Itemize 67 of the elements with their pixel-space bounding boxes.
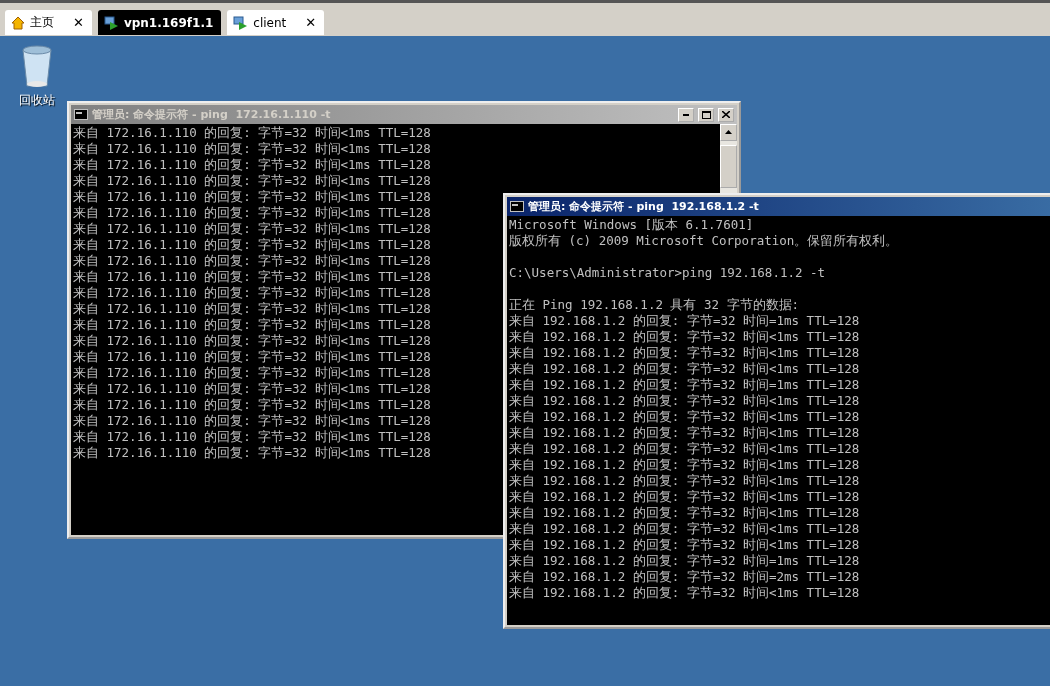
desktop-icon-label[interactable]: 回收站 bbox=[19, 92, 55, 109]
scrollbar[interactable] bbox=[720, 124, 737, 188]
console-line: 来自 192.168.1.2 的回复: 字节=32 时间<1ms TTL=128 bbox=[509, 521, 860, 537]
console-line: 来自 172.16.1.110 的回复: 字节=32 时间<1ms TTL=128 bbox=[73, 429, 431, 445]
console-command: C:\Users\Administrator>ping 192.168.1.2 -t bbox=[509, 265, 826, 281]
console-line: 来自 172.16.1.110 的回复: 字节=32 时间<1ms TTL=128 bbox=[73, 317, 431, 333]
up-arrow-icon bbox=[725, 130, 732, 135]
console-line: 来自 192.168.1.2 的回复: 字节=32 时间<1ms TTL=128 bbox=[509, 329, 860, 345]
console-line: 来自 192.168.1.2 的回复: 字节=32 时间<1ms TTL=128 bbox=[509, 409, 860, 425]
maximize-icon bbox=[701, 110, 711, 119]
console-line: 来自 172.16.1.110 的回复: 字节=32 时间<1ms TTL=128 bbox=[73, 157, 431, 173]
console-line: 来自 192.168.1.2 的回复: 字节=32 时间<1ms TTL=128 bbox=[509, 489, 860, 505]
console-line: Microsoft Windows [版本 6.1.7601] bbox=[509, 217, 754, 233]
console-line: 来自 172.16.1.110 的回复: 字节=32 时间<1ms TTL=128 bbox=[73, 173, 431, 189]
minimize-icon bbox=[683, 113, 689, 116]
console-line: 版权所有 (c) 2009 Microsoft Corporation。保留所有权利。 bbox=[509, 233, 899, 249]
console-line: 来自 172.16.1.110 的回复: 字节=32 时间<1ms TTL=128 bbox=[73, 141, 431, 157]
close-button[interactable] bbox=[718, 107, 734, 122]
console-line: 来自 192.168.1.2 的回复: 字节=32 时间<1ms TTL=128 bbox=[509, 441, 860, 457]
console-line: 来自 192.168.1.2 的回复: 字节=32 时间<1ms TTL=128 bbox=[509, 393, 860, 409]
console-line: 来自 172.16.1.110 的回复: 字节=32 时间<1ms TTL=128 bbox=[73, 301, 431, 317]
console-line: 来自 172.16.1.110 的回复: 字节=32 时间<1ms TTL=128 bbox=[73, 237, 431, 253]
console-line: 来自 172.16.1.110 的回复: 字节=32 时间<1ms TTL=128 bbox=[73, 125, 431, 141]
console-line: 来自 192.168.1.2 的回复: 字节=32 时间<1ms TTL=128 bbox=[509, 537, 860, 553]
console-line: 来自 172.16.1.110 的回复: 字节=32 时间<1ms TTL=128 bbox=[73, 365, 431, 381]
console-line: 来自 172.16.1.110 的回复: 字节=32 时间<1ms TTL=128 bbox=[73, 205, 431, 221]
console-line: 来自 172.16.1.110 的回复: 字节=32 时间<1ms TTL=128 bbox=[73, 333, 431, 349]
console-line: 来自 192.168.1.2 的回复: 字节=32 时间<1ms TTL=128 bbox=[509, 585, 860, 601]
console-line: 来自 172.16.1.110 的回复: 字节=32 时间<1ms TTL=128 bbox=[73, 285, 431, 301]
tab[interactable]: vpn1.169f1.1 bbox=[97, 10, 222, 35]
console-line: 来自 192.168.1.2 的回复: 字节=32 时间<1ms TTL=128 bbox=[509, 505, 860, 521]
scroll-thumb[interactable] bbox=[720, 144, 737, 188]
close-icon bbox=[722, 111, 730, 118]
console-line: 来自 192.168.1.2 的回复: 字节=32 时间=1ms TTL=128 bbox=[509, 377, 860, 393]
window-title: 管理员: 命令提示符 - ping 192.168.1.2 -t bbox=[528, 199, 760, 214]
console-line: 来自 192.168.1.2 的回复: 字节=32 时间<1ms TTL=128 bbox=[509, 473, 860, 489]
console-line: 正在 Ping 192.168.1.2 具有 32 字节的数据: bbox=[509, 297, 800, 313]
tab[interactable]: 主页 ✕ bbox=[5, 10, 92, 35]
close-tab-button[interactable]: ✕ bbox=[73, 15, 84, 30]
recycle-bin-icon[interactable] bbox=[20, 44, 54, 88]
maximize-button[interactable] bbox=[698, 107, 714, 122]
console-line: 来自 192.168.1.2 的回复: 字节=32 时间=2ms TTL=128 bbox=[509, 569, 860, 585]
close-tab-button[interactable]: ✕ bbox=[305, 15, 317, 30]
console-line: 来自 172.16.1.110 的回复: 字节=32 时间<1ms TTL=128 bbox=[73, 381, 431, 397]
remote-desktop-icon bbox=[103, 15, 119, 30]
console-line: 来自 192.168.1.2 的回复: 字节=32 时间=1ms TTL=128 bbox=[509, 553, 860, 569]
console-line: 来自 172.16.1.110 的回复: 字节=32 时间<1ms TTL=128 bbox=[73, 349, 431, 365]
console-icon bbox=[510, 201, 524, 212]
console-line: 来自 192.168.1.2 的回复: 字节=32 时间<1ms TTL=128 bbox=[509, 345, 860, 361]
console-line: 来自 172.16.1.110 的回复: 字节=32 时间<1ms TTL=128 bbox=[73, 269, 431, 285]
console-line: 来自 172.16.1.110 的回复: 字节=32 时间<1ms TTL=128 bbox=[73, 221, 431, 237]
console-line: 来自 192.168.1.2 的回复: 字节=32 时间<1ms TTL=128 bbox=[509, 425, 860, 441]
scroll-up-button[interactable] bbox=[720, 124, 737, 141]
remote-desktop-icon bbox=[233, 15, 249, 30]
window-title: 管理员: 命令提示符 - ping 172.16.1.110 -t bbox=[92, 107, 332, 122]
tab[interactable]: client ✕ bbox=[227, 10, 325, 35]
console-line: 来自 172.16.1.110 的回复: 字节=32 时间<1ms TTL=128 bbox=[73, 397, 431, 413]
console-line: 来自 172.16.1.110 的回复: 字节=32 时间<1ms TTL=128 bbox=[73, 253, 431, 269]
console-line: 来自 172.16.1.110 的回复: 字节=32 时间<1ms TTL=128 bbox=[73, 445, 431, 461]
console-line: 来自 192.168.1.2 的回复: 字节=32 时间<1ms TTL=128 bbox=[509, 457, 860, 473]
console-line: 来自 192.168.1.2 的回复: 字节=32 时间<1ms TTL=128 bbox=[509, 361, 860, 377]
console-icon bbox=[74, 109, 88, 120]
console-line: 来自 172.16.1.110 的回复: 字节=32 时间<1ms TTL=128 bbox=[73, 189, 431, 205]
house-icon bbox=[11, 15, 25, 30]
console-line: 来自 192.168.1.2 的回复: 字节=32 时间=1ms TTL=128 bbox=[509, 313, 860, 329]
minimize-button[interactable] bbox=[678, 107, 694, 122]
console-line: 来自 172.16.1.110 的回复: 字节=32 时间<1ms TTL=128 bbox=[73, 413, 431, 429]
